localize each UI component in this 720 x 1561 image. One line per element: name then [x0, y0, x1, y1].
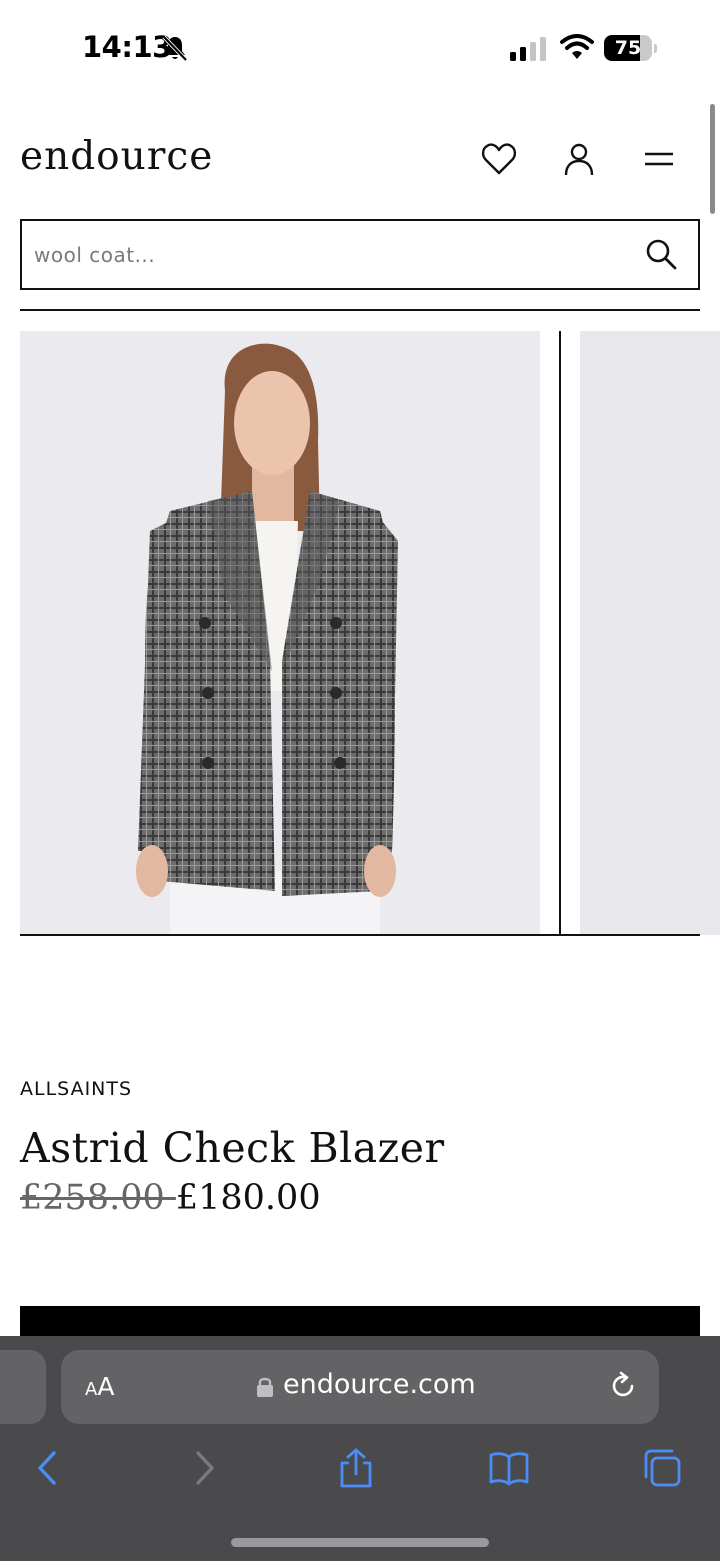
lock-icon	[257, 1377, 273, 1397]
battery-icon: 75	[604, 35, 657, 61]
price-row: £258.00 £180.00	[20, 1178, 321, 1218]
search-icon[interactable]	[644, 237, 678, 271]
search-box[interactable]	[20, 219, 700, 290]
browser-toolbar: AA endource.com	[0, 1336, 720, 1561]
scroll-indicator[interactable]	[710, 104, 715, 214]
share-icon[interactable]	[336, 1448, 376, 1488]
tabs-icon[interactable]	[642, 1448, 682, 1488]
status-time: 14:13	[82, 30, 172, 64]
back-icon[interactable]	[28, 1448, 68, 1488]
old-price: £258.00	[20, 1178, 176, 1218]
product-image[interactable]	[20, 331, 540, 935]
wifi-icon	[560, 34, 594, 59]
divider	[20, 934, 700, 936]
sale-price: £180.00	[175, 1178, 321, 1218]
gallery-separator	[559, 331, 561, 935]
heart-icon[interactable]	[480, 140, 518, 178]
search-input[interactable]	[34, 221, 634, 288]
product-name: Astrid Check Blazer	[20, 1124, 445, 1172]
menu-icon[interactable]	[640, 140, 678, 178]
reload-icon[interactable]	[607, 1370, 639, 1402]
bookmarks-icon[interactable]	[489, 1448, 529, 1488]
status-bar: 14:13 75	[0, 0, 720, 96]
home-indicator[interactable]	[231, 1538, 489, 1547]
divider	[20, 309, 700, 311]
account-icon[interactable]	[560, 140, 598, 178]
battery-level: 75	[614, 37, 642, 59]
blazer-photo	[136, 343, 398, 935]
previous-tab-preview[interactable]	[0, 1350, 46, 1424]
site-logo[interactable]: endource	[20, 134, 213, 179]
address-bar[interactable]: AA endource.com	[61, 1350, 659, 1424]
product-gallery[interactable]	[20, 331, 720, 935]
bell-slash-icon	[162, 35, 188, 62]
next-product-image[interactable]	[580, 331, 720, 935]
cellular-signal-icon	[510, 37, 546, 61]
reader-settings-button[interactable]: AA	[85, 1372, 114, 1401]
url-text[interactable]: endource.com	[283, 1369, 476, 1400]
forward-icon[interactable]	[184, 1448, 224, 1488]
product-brand[interactable]: ALLSAINTS	[20, 1078, 132, 1100]
